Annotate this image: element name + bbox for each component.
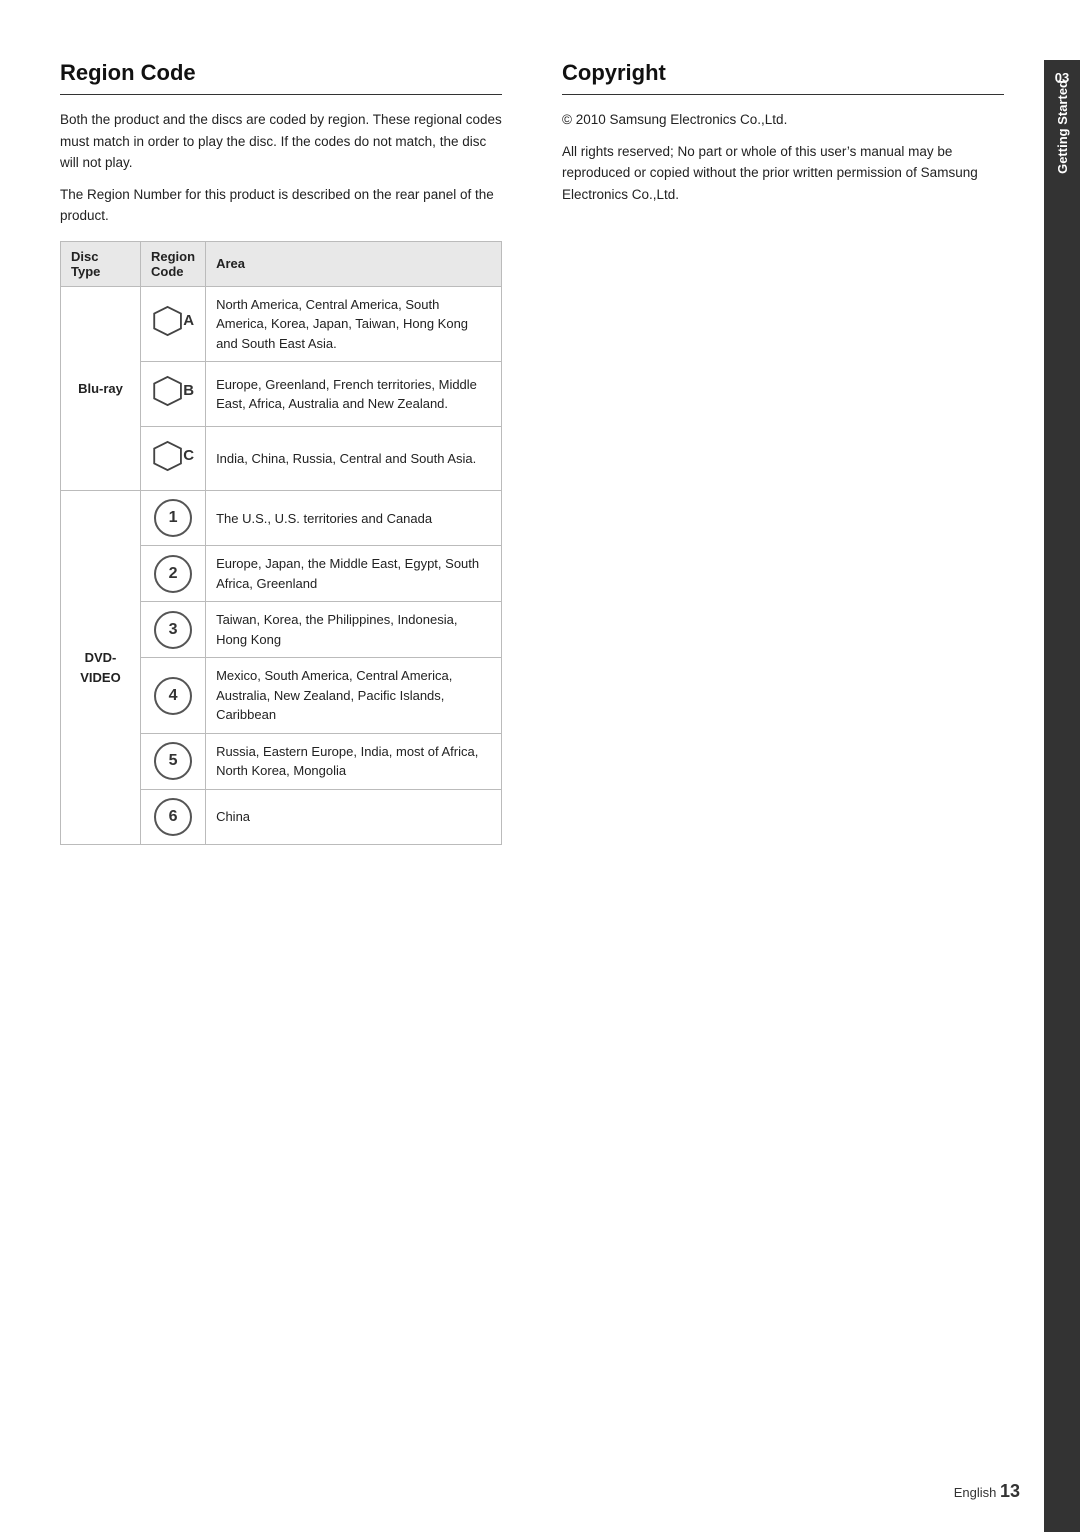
hex-region-label: A (183, 310, 194, 333)
table-header-area: Area (206, 241, 502, 286)
sidebar: 03 Getting Started (1044, 60, 1080, 1532)
table-row: Blu-rayANorth America, Central America, … (61, 286, 502, 362)
area-cell: India, China, Russia, Central and South … (206, 426, 502, 491)
circle-region-label: 1 (154, 499, 192, 537)
disc-type-dvd: DVD-VIDEO (61, 491, 141, 845)
area-cell: North America, Central America, South Am… (206, 286, 502, 362)
circle-region-label: 3 (154, 611, 192, 649)
disc-type-bluray: Blu-ray (61, 286, 141, 491)
region-code-para-2: The Region Number for this product is de… (60, 184, 502, 227)
copyright-line: © 2010 Samsung Electronics Co.,Ltd. (562, 109, 1004, 131)
area-cell: Mexico, South America, Central America, … (206, 658, 502, 734)
table-row: DVD-VIDEO1The U.S., U.S. territories and… (61, 491, 502, 546)
region-icon-cell: 1 (141, 491, 206, 546)
region-icon-cell: 4 (141, 658, 206, 734)
region-icon-cell: C (141, 426, 206, 491)
area-cell: Europe, Japan, the Middle East, Egypt, S… (206, 546, 502, 602)
footer-language: English (954, 1485, 997, 1500)
hex-region-label: C (183, 445, 194, 468)
left-column: Region Code Both the product and the dis… (60, 60, 542, 1472)
table-header-region-code: Region Code (141, 241, 206, 286)
region-code-para-1: Both the product and the discs are coded… (60, 109, 502, 174)
area-cell: Taiwan, Korea, the Philippines, Indonesi… (206, 602, 502, 658)
hex-region-label: B (183, 380, 194, 403)
area-cell: Europe, Greenland, French territories, M… (206, 362, 502, 427)
copyright-rights-text: All rights reserved; No part or whole of… (562, 141, 1004, 206)
circle-region-label: 4 (154, 677, 192, 715)
region-icon-cell: A (141, 286, 206, 362)
region-code-title: Region Code (60, 60, 502, 86)
region-icon-cell: 5 (141, 733, 206, 789)
footer-page-number: 13 (1000, 1481, 1020, 1501)
circle-region-label: 2 (154, 555, 192, 593)
section-divider-left (60, 94, 502, 95)
area-cell: The U.S., U.S. territories and Canada (206, 491, 502, 546)
main-content: Region Code Both the product and the dis… (0, 60, 1044, 1532)
copyright-title: Copyright (562, 60, 1004, 86)
page-footer: English 13 (954, 1481, 1020, 1502)
region-icon-cell: B (141, 362, 206, 427)
circle-region-label: 5 (154, 742, 192, 780)
region-icon-cell: 3 (141, 602, 206, 658)
region-icon-cell: 6 (141, 789, 206, 844)
table-header-disc-type: Disc Type (61, 241, 141, 286)
circle-region-label: 6 (154, 798, 192, 836)
sidebar-label: Getting Started (1047, 60, 1078, 194)
section-divider-right (562, 94, 1004, 95)
region-icon-cell: 2 (141, 546, 206, 602)
page-container: Region Code Both the product and the dis… (0, 0, 1080, 1532)
area-cell: Russia, Eastern Europe, India, most of A… (206, 733, 502, 789)
right-column: Copyright © 2010 Samsung Electronics Co.… (542, 60, 1004, 1472)
region-table: Disc Type Region Code Area Blu-rayANorth… (60, 241, 502, 845)
area-cell: China (206, 789, 502, 844)
